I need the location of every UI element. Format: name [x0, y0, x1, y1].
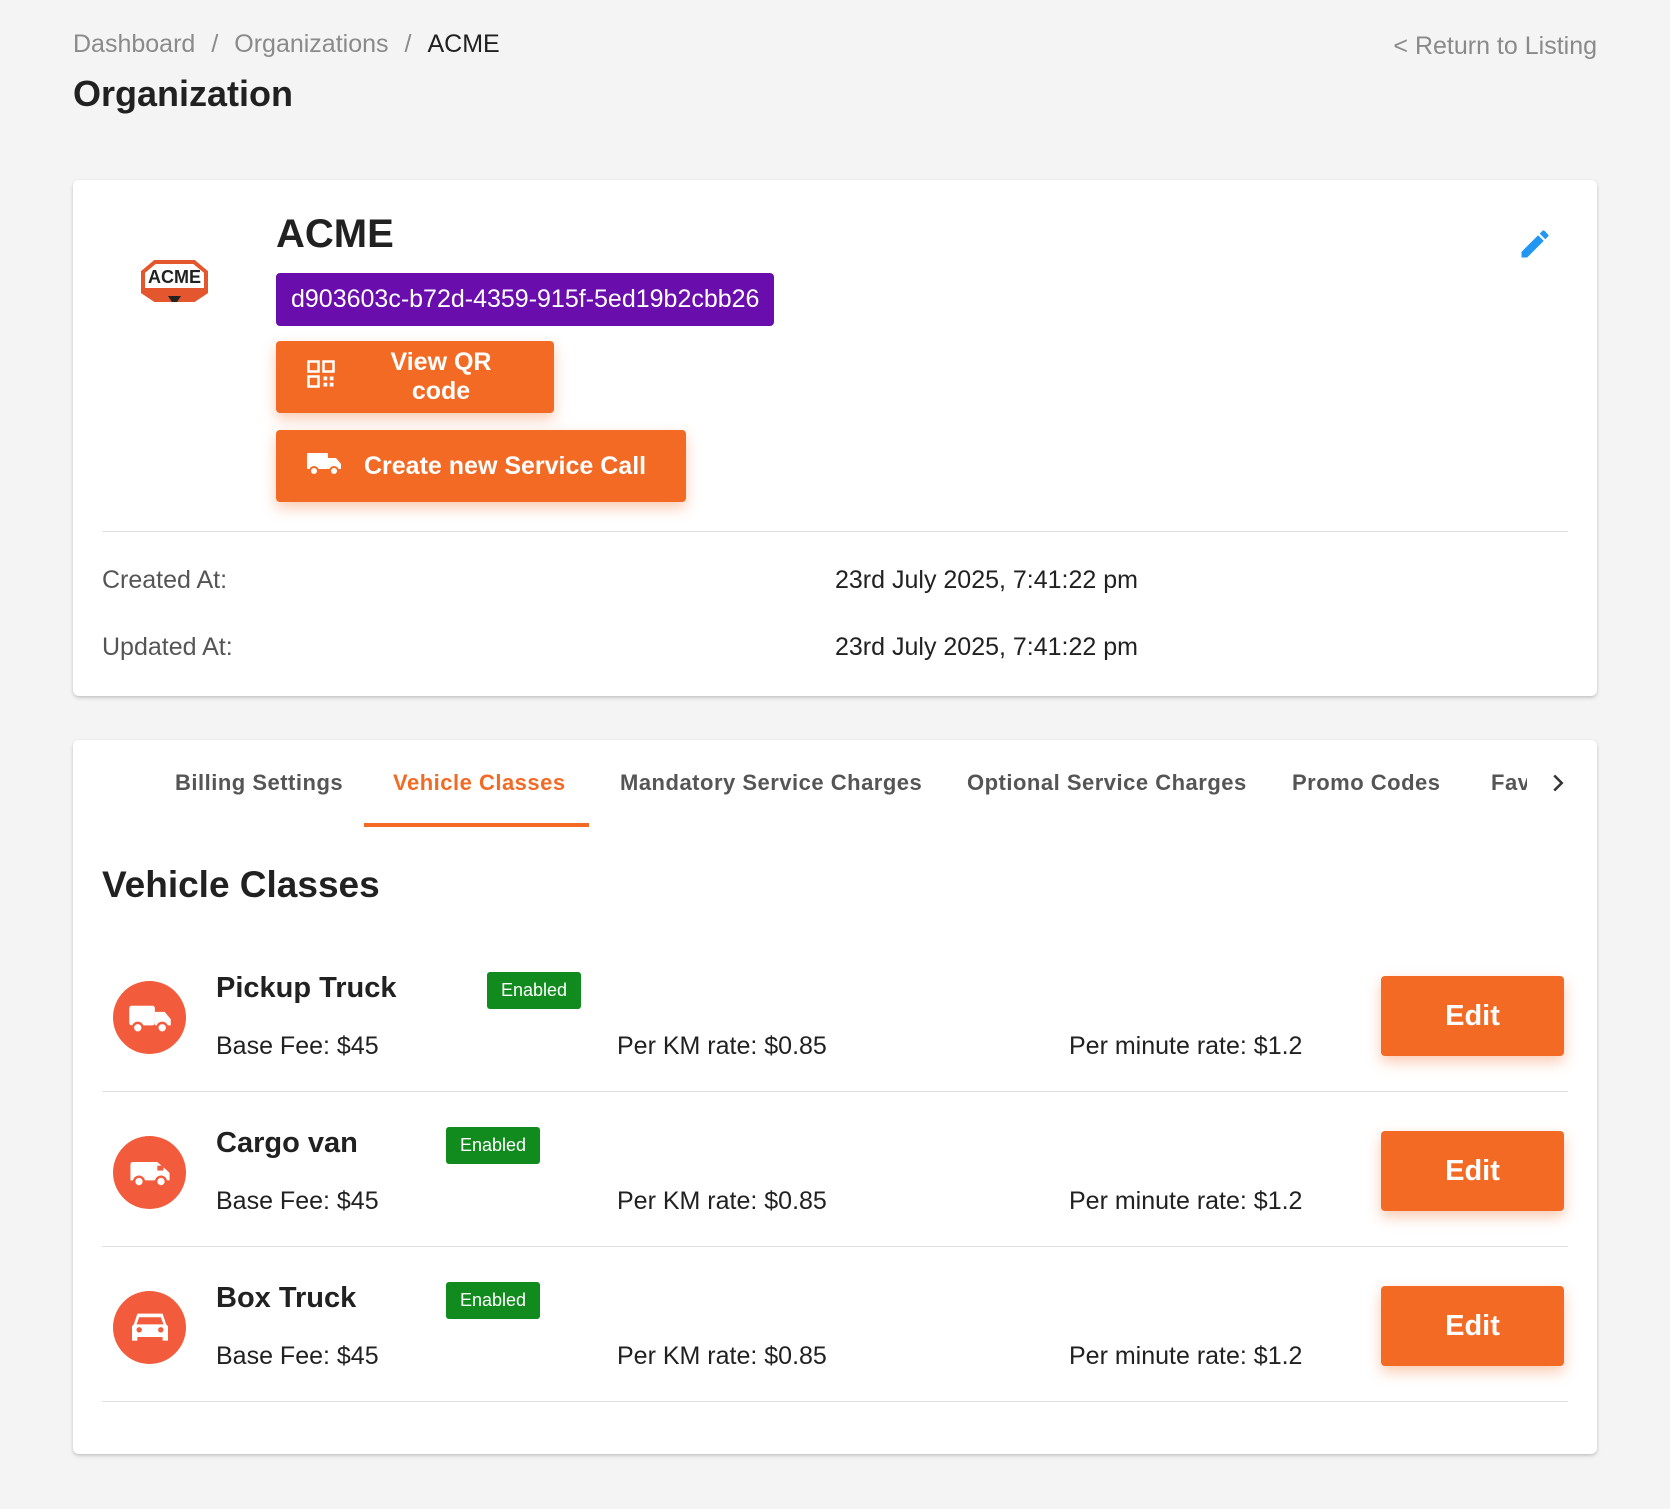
view-qr-code-label: View QR code [390, 348, 492, 405]
vehicle-class-name: Box Truck [216, 1282, 357, 1314]
truck-icon [113, 981, 186, 1054]
per-minute-rate: Per minute rate: $1.2 [1069, 1342, 1303, 1370]
chevron-right-icon[interactable] [1543, 768, 1573, 798]
divider [102, 1401, 1568, 1402]
pencil-icon[interactable] [1517, 226, 1553, 262]
edit-button[interactable]: Edit [1381, 976, 1564, 1056]
tab-billing-settings[interactable]: Billing Settings [175, 770, 343, 796]
status-badge: Enabled [446, 1127, 541, 1164]
create-service-call-label: Create new Service Call [364, 451, 647, 480]
breadcrumb-current: ACME [427, 30, 500, 58]
created-at-label: Created At: [102, 566, 228, 594]
status-badge: Enabled [487, 972, 582, 1009]
vehicle-class-name: Cargo van [216, 1127, 358, 1159]
breadcrumb-organizations[interactable]: Organizations [234, 30, 388, 59]
page-title: Organization [73, 73, 294, 114]
organization-card: ACME ACME d903603c-b72d-4359-915f-5ed19b… [73, 180, 1597, 696]
tab-optional-service-charges[interactable]: Optional Service Charges [967, 770, 1247, 796]
vehicle-class-name: Pickup Truck [216, 972, 397, 1004]
truck-icon [306, 450, 342, 483]
create-service-call-button[interactable]: Create new Service Call [276, 430, 686, 502]
qr-code-icon [306, 359, 336, 396]
organization-id-badge: d903603c-b72d-4359-915f-5ed19b2cbb26 [276, 273, 775, 326]
car-icon [113, 1291, 186, 1364]
tab-mandatory-service-charges[interactable]: Mandatory Service Charges [620, 770, 922, 796]
updated-at-value: 23rd July 2025, 7:41:22 pm [835, 633, 1138, 661]
base-fee: Base Fee: $45 [216, 1342, 379, 1370]
created-at-value: 23rd July 2025, 7:41:22 pm [835, 566, 1138, 594]
edit-button[interactable]: Edit [1381, 1286, 1564, 1366]
per-minute-rate: Per minute rate: $1.2 [1069, 1032, 1303, 1060]
status-badge: Enabled [446, 1282, 541, 1319]
per-minute-rate: Per minute rate: $1.2 [1069, 1187, 1303, 1215]
organization-tabs-card: Billing Settings Vehicle Classes Mandato… [73, 740, 1597, 1454]
view-qr-code-button[interactable]: View QR code [276, 341, 554, 413]
active-tab-indicator [364, 823, 589, 827]
divider [102, 531, 1568, 532]
tab-vehicle-classes[interactable]: Vehicle Classes [393, 770, 566, 796]
tab-favorites[interactable]: Fav [1491, 770, 1527, 796]
return-to-listing-link[interactable]: < Return to Listing [1393, 32, 1597, 61]
vehicle-class-row: Cargo van Enabled Base Fee: $45 Per KM r… [102, 1092, 1568, 1247]
vehicle-class-row: Box Truck Enabled Base Fee: $45 Per KM r… [102, 1247, 1568, 1402]
breadcrumb-dashboard[interactable]: Dashboard [73, 30, 195, 59]
breadcrumb: Dashboard / Organizations / ACME [73, 30, 500, 59]
section-title: Vehicle Classes [102, 864, 380, 905]
acme-logo: ACME [137, 258, 212, 304]
edit-button[interactable]: Edit [1381, 1131, 1564, 1211]
breadcrumb-separator: / [211, 30, 219, 58]
tab-bar: Billing Settings Vehicle Classes Mandato… [73, 740, 1597, 827]
updated-at-label: Updated At: [102, 633, 233, 661]
organization-name: ACME [276, 212, 394, 256]
per-km-rate: Per KM rate: $0.85 [617, 1187, 827, 1215]
base-fee: Base Fee: $45 [216, 1187, 379, 1215]
vehicle-class-row: Pickup Truck Enabled Base Fee: $45 Per K… [102, 937, 1568, 1092]
svg-text:ACME: ACME [148, 267, 201, 287]
per-km-rate: Per KM rate: $0.85 [617, 1032, 827, 1060]
tab-promo-codes[interactable]: Promo Codes [1292, 770, 1441, 796]
per-km-rate: Per KM rate: $0.85 [617, 1342, 827, 1370]
base-fee: Base Fee: $45 [216, 1032, 379, 1060]
van-icon [113, 1136, 186, 1209]
breadcrumb-separator: / [404, 30, 412, 58]
